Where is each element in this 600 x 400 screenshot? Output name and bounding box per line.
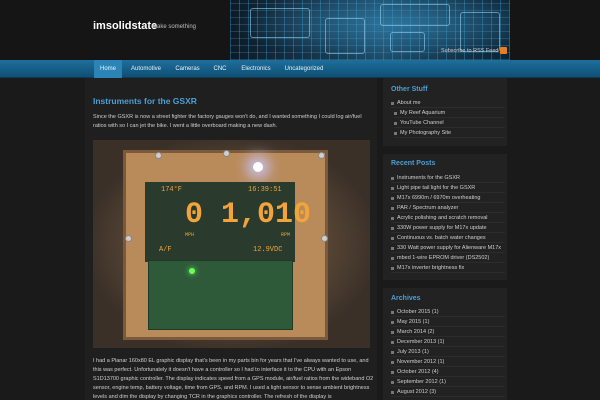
readout-rpm-unit: RPM [281, 232, 291, 238]
site-header [0, 0, 600, 60]
nav-item-automotive[interactable]: Automotive [126, 60, 166, 78]
widget-title-other-stuff: Other Stuff [391, 86, 428, 93]
site-title[interactable]: imsolidstate [93, 20, 157, 32]
readout-temp: 174°F [161, 186, 183, 194]
nav-item-electronics[interactable]: Electronics [236, 60, 276, 78]
green-led [189, 268, 195, 274]
archive-link[interactable]: August 2012 (3) [391, 387, 505, 397]
archive-link[interactable]: December 2013 (1) [391, 337, 505, 347]
circuit-board [148, 260, 293, 330]
recent-post-link[interactable]: Instruments for the GSXR [391, 173, 505, 183]
recent-post-link[interactable]: Acrylic polishing and scratch removal [391, 213, 505, 223]
recent-post-link[interactable]: M17x inverter brightness fix [391, 263, 505, 273]
recent-post-link[interactable]: Continuous vs. batch water changes [391, 233, 505, 243]
archive-link[interactable]: July 2013 (1) [391, 347, 505, 357]
readout-time: 16:39:51 [248, 186, 282, 194]
screw [223, 150, 230, 157]
nav-item-home[interactable]: Home [94, 60, 122, 78]
rss-icon[interactable] [500, 47, 507, 54]
recent-post-link[interactable]: PAR / Spectrum analyzer [391, 203, 505, 213]
post-body-text: I had a Planar 160x80 EL graphic display… [93, 358, 374, 400]
nav-item-uncategorized[interactable]: Uncategorized [280, 60, 328, 78]
screw [321, 235, 328, 242]
widget-title-recent-posts: Recent Posts [391, 160, 436, 167]
main-nav: Home Automotive Cameras CNC Electronics … [0, 60, 600, 78]
recent-post-link[interactable]: mbed 1-wire EPROM driver (DS2502) [391, 253, 505, 263]
archive-link[interactable]: May 2015 (1) [391, 317, 505, 327]
screw [318, 152, 325, 159]
archive-link[interactable]: October 2015 (1) [391, 307, 505, 317]
sidebar-link-reef[interactable]: My Reef Aquarium [394, 108, 505, 118]
nav-item-cameras[interactable]: Cameras [170, 60, 205, 78]
recent-post-link[interactable]: 330W power supply for M17x update [391, 223, 505, 233]
sidebar-link-youtube[interactable]: YouTube Channel [394, 118, 505, 128]
widget-title-archives: Archives [391, 295, 421, 302]
recent-post-link[interactable]: M17x 6990m / 6970m overheating [391, 193, 505, 203]
post-intro-text: Since the GSXR is now a street fighter t… [93, 114, 362, 129]
archive-link[interactable]: March 2014 (2) [391, 327, 505, 337]
light-sensor-glow [253, 162, 263, 172]
readout-voltage: 12.9VDC [253, 246, 283, 254]
rss-subscribe-link[interactable]: Subscribe to RSS Feed [441, 48, 498, 54]
recent-post-link[interactable]: Light pipe tail light for the GSXR [391, 183, 505, 193]
archive-link[interactable]: November 2012 (1) [391, 357, 505, 367]
post-photo[interactable]: 174°F 16:39:51 0 1,010 MPH RPM A/F 12.9V… [93, 140, 370, 348]
archive-link[interactable]: September 2012 (1) [391, 377, 505, 387]
post-title[interactable]: Instruments for the GSXR [93, 96, 197, 106]
readout-mph-unit: MPH [185, 232, 195, 238]
recent-post-link[interactable]: 330 Watt power supply for Alienware M17x [391, 243, 505, 253]
site-description: make something [152, 24, 197, 30]
sidebar-link-about[interactable]: About me [391, 98, 505, 108]
screw [125, 235, 132, 242]
archive-link[interactable]: October 2012 (4) [391, 367, 505, 377]
readout-speed: 0 [185, 198, 204, 232]
screw [155, 152, 162, 159]
sidebar-link-photography[interactable]: My Photography Site [394, 128, 505, 138]
readout-rpm: 1,010 [221, 198, 312, 232]
nav-item-cnc[interactable]: CNC [208, 60, 232, 78]
readout-afr: A/F [159, 246, 172, 254]
